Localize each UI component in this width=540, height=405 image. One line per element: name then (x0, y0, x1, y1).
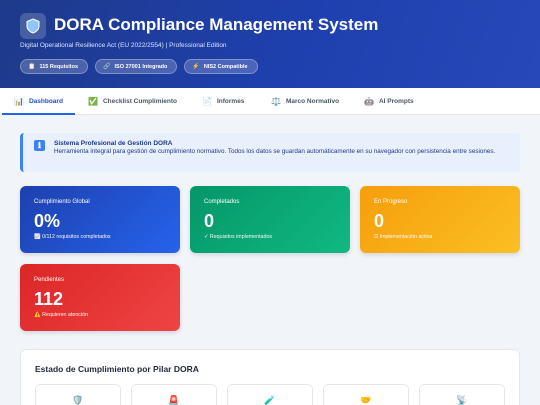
shield-icon (20, 13, 46, 39)
info-banner: ℹ Sistema Profesional de Gestión DORA He… (20, 133, 520, 172)
card-value: 0 (204, 211, 215, 231)
global-compliance-card: Cumplimiento Global 0% 📈 0/112 requisito… (20, 186, 180, 253)
card-value: 112 (34, 289, 64, 309)
card-subtext: ⏱ Implementación activa (374, 234, 433, 240)
pending-card: Pendientes 112 ⚠️ Requieren atención (20, 264, 180, 331)
tab-checklist[interactable]: ✅ Checklist Cumplimiento (88, 88, 177, 115)
tab-label: Checklist Cumplimiento (102, 98, 178, 105)
test-tube-icon: 🧪 (264, 395, 276, 405)
pillar-card-incidents[interactable]: 🚨 (131, 384, 217, 405)
document-icon: 📄 (202, 97, 212, 106)
panel-title: Estado de Cumplimiento por Pilar DORA (35, 364, 199, 374)
pillar-card-ict-risk[interactable]: 🛡️ (35, 384, 121, 405)
lightning-icon: ⚡ (192, 64, 200, 70)
pillar-card-information-sharing[interactable]: 📡 (419, 384, 505, 405)
main-tabs: 📊 Dashboard ✅ Checklist Cumplimiento 📄 I… (0, 88, 540, 115)
tab-label: AI Prompts (378, 98, 414, 105)
bar-chart-icon: 📊 (14, 97, 24, 106)
card-subtext: ⚠️ Requieren atención (34, 312, 89, 318)
tab-marco-normativo[interactable]: ⚖️ Marco Normativo (271, 88, 339, 115)
completed-card: Completados 0 ✓ Requisitos implementados (190, 186, 350, 253)
card-value: 0 (374, 211, 385, 231)
info-title: Sistema Profesional de Gestión DORA (54, 140, 173, 147)
siren-icon: 🚨 (168, 395, 180, 405)
requirements-badge: 📋 115 Requisitos (20, 59, 89, 74)
handshake-icon: 🤝 (360, 395, 372, 405)
tab-dashboard[interactable]: 📊 Dashboard (2, 88, 75, 115)
card-label: En Progreso (374, 199, 408, 205)
badge-label: NIS2 Compatible (203, 63, 248, 70)
scales-icon: ⚖️ (271, 97, 281, 106)
app-title: DORA Compliance Management System (54, 15, 379, 34)
info-text: Herramienta integral para gestión de cum… (54, 148, 496, 155)
badge-label: ISO 27001 Integrado (114, 63, 168, 70)
satellite-icon: 📡 (456, 395, 468, 405)
iso-badge: 🔗 ISO 27001 Integrado (95, 59, 178, 74)
app-header: DORA Compliance Management System Digita… (0, 0, 540, 88)
app-subtitle: Digital Operational Resilience Act (EU 2… (20, 42, 227, 49)
in-progress-card: En Progreso 0 ⏱ Implementación activa (360, 186, 520, 253)
tab-ai-prompts[interactable]: 🤖 AI Prompts (364, 88, 414, 115)
tab-label: Dashboard (28, 98, 63, 105)
pillar-status-panel: Estado de Cumplimiento por Pilar DORA 🛡️… (20, 349, 520, 405)
badge-label: 115 Requisitos (39, 63, 79, 70)
clipboard-icon: 📋 (28, 64, 36, 70)
card-value: 0% (34, 211, 61, 231)
tab-label: Marco Normativo (285, 98, 340, 105)
tab-informes[interactable]: 📄 Informes (202, 88, 244, 115)
card-subtext: ✓ Requisitos implementados (204, 234, 273, 240)
card-subtext: 📈 0/112 requisitos completados (34, 234, 111, 240)
info-icon: ℹ (34, 140, 45, 151)
checkmark-icon: ✅ (88, 97, 98, 106)
robot-icon: 🤖 (364, 97, 374, 106)
nis2-badge: ⚡ NIS2 Compatible (184, 59, 258, 74)
pillar-card-testing[interactable]: 🧪 (227, 384, 313, 405)
card-label: Pendientes (34, 277, 65, 283)
shield-icon: 🛡️ (72, 395, 84, 405)
card-label: Cumplimiento Global (34, 199, 90, 205)
tab-label: Informes (216, 98, 245, 105)
card-label: Completados (204, 199, 240, 205)
pillar-card-third-party[interactable]: 🤝 (323, 384, 409, 405)
link-icon: 🔗 (103, 64, 111, 70)
